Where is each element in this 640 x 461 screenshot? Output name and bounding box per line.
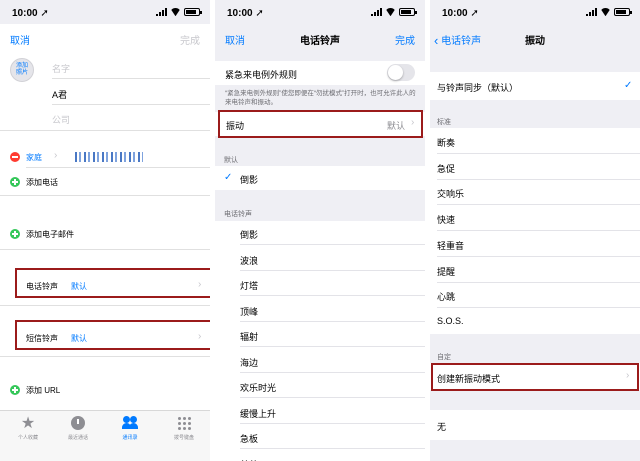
status-bar: 10:00 ➚ <box>0 0 210 24</box>
wifi-icon <box>600 8 611 16</box>
page-title: 振动 <box>525 36 545 47</box>
cancel-button[interactable]: 取消 <box>10 32 30 47</box>
ringtone-item[interactable]: 急板 <box>240 432 425 445</box>
battery-icon <box>184 8 202 16</box>
add-phone-label[interactable]: 添加电话 <box>26 177 58 188</box>
contacts-icon <box>121 416 139 430</box>
vibration-item[interactable]: 急促 <box>437 162 640 175</box>
default-section-header: 默认 <box>224 157 238 164</box>
none-label: 无 <box>437 422 447 432</box>
highlight-box-create <box>431 363 639 391</box>
add-photo-label: 添加照片 <box>15 63 28 76</box>
vibration-item[interactable]: 心跳 <box>437 290 640 303</box>
nav-bar: 取消 完成 <box>0 24 210 52</box>
tab-contacts[interactable]: 通讯录 <box>110 415 150 441</box>
tab-favorites[interactable]: ★ 个人收藏 <box>8 415 48 441</box>
ringtone-screen: 10:00 ➚ 取消 电话铃声 完成 紧急来电例外规则 “紧急来电例外规则”使您… <box>215 0 425 461</box>
battery-icon <box>614 8 632 16</box>
add-url-button[interactable] <box>10 385 20 395</box>
signal-icon <box>156 8 167 16</box>
ringtone-item[interactable]: 海边 <box>240 356 425 369</box>
status-bar: 10:00 ➚ <box>430 0 640 24</box>
sync-ringtone-label: 与铃声同步（默认） <box>437 83 519 93</box>
last-name-field[interactable]: A君 <box>52 88 67 101</box>
remove-phone-button[interactable] <box>10 152 20 162</box>
add-email-label[interactable]: 添加电子邮件 <box>26 229 74 240</box>
add-phone-button[interactable] <box>10 177 20 187</box>
ringtones-section-header: 电话铃声 <box>224 211 252 218</box>
location-icon: ➚ <box>470 8 479 19</box>
signal-icon <box>371 8 382 16</box>
checkmark-icon: ✓ <box>224 172 233 183</box>
nav-bar: 取消 电话铃声 完成 <box>215 24 425 52</box>
ringtone-item[interactable]: 倒影 <box>240 228 425 241</box>
custom-section-header: 自定 <box>437 354 451 361</box>
emergency-bypass-toggle[interactable] <box>387 64 415 81</box>
phone-number-redacted[interactable] <box>75 152 143 162</box>
ringtone-item[interactable]: 波浪 <box>240 254 425 267</box>
add-url-label[interactable]: 添加 URL <box>26 385 60 396</box>
vibration-item[interactable]: 交响乐 <box>437 187 640 200</box>
checkmark-icon: ✓ <box>624 80 633 91</box>
vibration-item[interactable]: 断奏 <box>437 136 640 149</box>
contact-edit-screen: 10:00 ➚ 取消 完成 添加照片 名字 A君 公司 家庭 › 添加电话 添加… <box>0 0 210 461</box>
screenshot: 10:00 ➚ 取消 完成 添加照片 名字 A君 公司 家庭 › 添加电话 添加… <box>0 0 640 461</box>
tab-keypad[interactable]: 拨号键盘 <box>164 415 204 441</box>
battery-icon <box>399 8 417 16</box>
vibration-item[interactable]: 快速 <box>437 213 640 226</box>
vibration-item[interactable]: 轻重音 <box>437 239 640 252</box>
nav-bar: ‹ 电话铃声 振动 <box>430 24 640 52</box>
highlight-box-vibration <box>218 110 423 138</box>
ringtone-item[interactable]: 辐射 <box>240 330 425 343</box>
emergency-bypass-note: “紧急来电例外规则”使您即便在“勿扰模式”打开时，也可允许此人的来电铃声和振动。 <box>225 90 416 106</box>
tab-recents[interactable]: 最近通话 <box>58 415 98 441</box>
star-icon: ★ <box>20 415 36 432</box>
add-photo-button[interactable]: 添加照片 <box>10 58 34 82</box>
status-bar: 10:00 ➚ <box>215 0 425 24</box>
location-icon: ➚ <box>255 8 264 19</box>
chevron-right-icon: › <box>54 150 58 161</box>
ringtone-item[interactable]: 欢乐时光 <box>240 381 425 394</box>
ringtone-item[interactable]: 缓慢上升 <box>240 407 425 420</box>
highlight-box-ringtone <box>15 268 210 298</box>
company-field[interactable]: 公司 <box>52 113 70 126</box>
status-time: 10:00 <box>12 8 38 19</box>
default-tone-label: 倒影 <box>240 175 259 185</box>
page-title: 电话铃声 <box>300 36 340 47</box>
tab-bar: ★ 个人收藏 最近通话 通讯录 拨号键盘 <box>0 410 210 461</box>
clock-icon <box>71 416 85 430</box>
ringtone-item[interactable]: 煎茶 <box>240 458 425 461</box>
vibration-item[interactable]: S.O.S. <box>437 316 640 326</box>
vibration-screen: 10:00 ➚ ‹ 电话铃声 振动 与铃声同步（默认） ✓ 标准 断奏急促交响乐… <box>430 0 640 461</box>
done-button[interactable]: 完成 <box>180 32 200 47</box>
signal-icon <box>586 8 597 16</box>
wifi-icon <box>385 8 396 16</box>
highlight-box-sms <box>15 320 210 350</box>
vibration-item[interactable]: 提醒 <box>437 265 640 278</box>
location-icon: ➚ <box>40 8 49 19</box>
wifi-icon <box>170 8 181 16</box>
add-email-button[interactable] <box>10 229 20 239</box>
phone-label[interactable]: 家庭 <box>26 152 42 163</box>
keypad-icon <box>177 416 191 430</box>
ringtone-item[interactable]: 灯塔 <box>240 279 425 292</box>
done-button[interactable]: 完成 <box>395 32 415 47</box>
ringtone-item[interactable]: 顶峰 <box>240 305 425 318</box>
first-name-field[interactable]: 名字 <box>52 62 70 75</box>
standard-section-header: 标准 <box>437 119 451 126</box>
